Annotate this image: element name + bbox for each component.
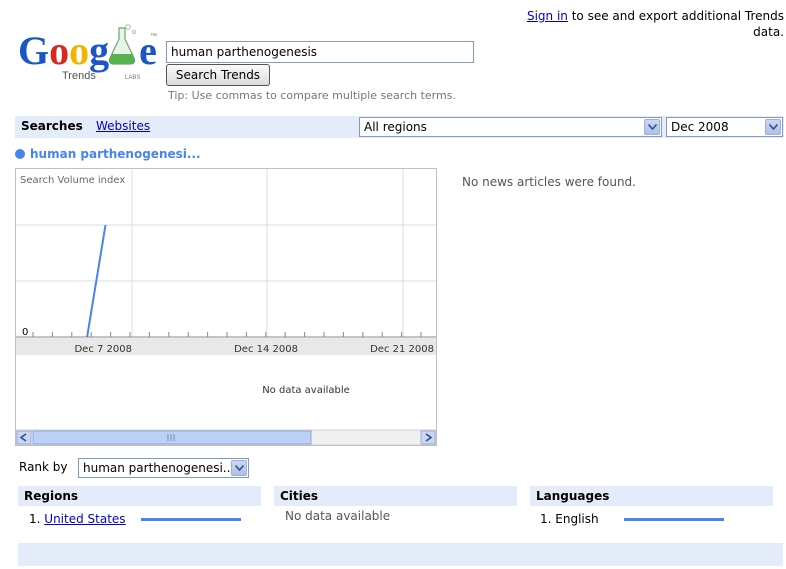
language-share-bar — [624, 518, 724, 521]
scroll-thumb — [32, 430, 312, 445]
date-select-value: Dec 2008 — [671, 120, 729, 134]
region-select[interactable]: All regions — [359, 117, 662, 137]
signin-message: Sign in to see and export additional Tre… — [504, 8, 784, 40]
rank-by-select[interactable]: human parthenogenesi... — [78, 458, 249, 478]
languages-header: Languages — [530, 486, 773, 506]
language-english: English — [555, 512, 599, 526]
chevron-down-icon[interactable] — [765, 119, 781, 135]
x-axis-minor-ticks — [32, 332, 422, 337]
rank-number: 1. — [29, 512, 41, 526]
x-tick-label: Dec 7 2008 — [74, 344, 132, 355]
svg-text:™: ™ — [150, 33, 157, 40]
google-trends-logo[interactable]: Goog e Trends LABS ™ — [18, 24, 160, 84]
scroll-left-icon — [16, 430, 32, 445]
region-link-united-states[interactable]: United States — [44, 512, 125, 526]
y-tick-label: 0 — [22, 327, 28, 338]
region-share-bar — [141, 518, 241, 521]
tab-websites[interactable]: Websites — [96, 119, 150, 133]
chart-gridlines — [16, 169, 436, 337]
cities-header: Cities — [274, 486, 517, 506]
languages-list-item: 1. English — [540, 512, 599, 526]
horizontal-scrollbar — [15, 429, 437, 446]
tab-searches: Searches — [21, 119, 83, 133]
series-color-dot — [15, 149, 25, 159]
logo-wordmark: Goog e — [18, 28, 157, 73]
cities-no-data: No data available — [285, 509, 391, 523]
search-input[interactable] — [166, 41, 474, 63]
search-tip: Tip: Use commas to compare multiple sear… — [168, 89, 456, 102]
no-news-message: No news articles were found. — [462, 175, 636, 189]
svg-text:Trends: Trends — [62, 70, 96, 82]
x-tick-label: Dec 14 2008 — [234, 344, 298, 355]
search-term-legend[interactable]: human parthenogenesi... — [30, 147, 201, 161]
search-volume-chart: Search Volume index 0 Dec 7 2008 Dec 14 … — [15, 168, 437, 446]
scroll-right-icon — [420, 430, 436, 445]
chart-canvas: Search Volume index 0 Dec 7 2008 Dec 14 … — [15, 169, 437, 446]
search-trends-button[interactable]: Search Trends — [166, 64, 270, 86]
signin-link[interactable]: Sign in — [527, 9, 568, 23]
chevron-down-icon[interactable] — [644, 119, 660, 135]
no-data-text: No data available — [262, 385, 350, 396]
regions-header: Regions — [18, 486, 261, 506]
signin-message-text: to see and export additional Trends data… — [571, 9, 784, 39]
flask-icon — [108, 24, 137, 65]
y-axis-label: Search Volume index — [20, 175, 125, 186]
regions-list-item: 1. United States — [29, 512, 126, 526]
footer-bar — [18, 543, 783, 566]
region-select-value: All regions — [364, 120, 427, 134]
chevron-down-icon[interactable] — [231, 460, 247, 476]
date-select[interactable]: Dec 2008 — [666, 117, 783, 137]
rank-by-select-value: human parthenogenesi... — [83, 461, 235, 475]
rank-by-label: Rank by — [19, 460, 68, 474]
rank-number: 1. — [540, 512, 552, 526]
svg-text:LABS: LABS — [125, 75, 140, 81]
x-tick-label: Dec 21 2008 — [370, 344, 434, 355]
google-trends-logo-art: Goog e Trends LABS ™ — [18, 24, 157, 82]
